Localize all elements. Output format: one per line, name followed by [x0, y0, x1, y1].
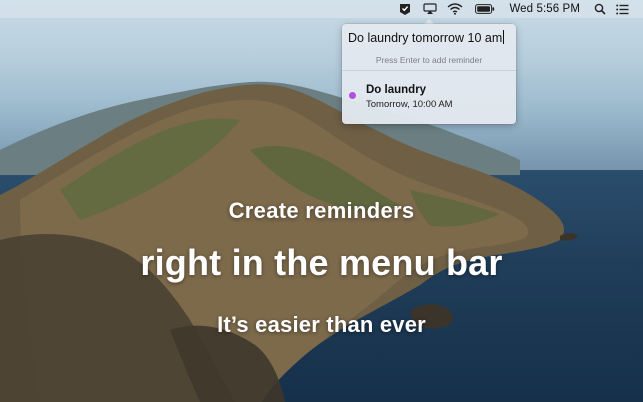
reminder-title: Do laundry	[366, 84, 427, 96]
reminder-input-text: Do laundry tomorrow 10 am	[348, 31, 503, 45]
wifi-icon[interactable]	[447, 0, 463, 18]
airplay-icon[interactable]	[423, 0, 438, 18]
reminders-check-icon[interactable]	[399, 0, 411, 18]
menu-bar: Wed 5:56 PM	[0, 0, 643, 18]
list-icon[interactable]	[616, 0, 629, 18]
promo-line-2: right in the menu bar	[140, 242, 503, 283]
reminder-time: Tomorrow, 10:00 AM	[366, 99, 453, 110]
reminder-item[interactable]: Do laundry Tomorrow, 10:00 AM	[342, 76, 516, 116]
promo-line-1: Create reminders	[228, 198, 415, 223]
promo-line-3: It’s easier than ever	[217, 312, 426, 337]
search-icon[interactable]	[594, 0, 606, 18]
reminder-input[interactable]: Do laundry tomorrow 10 am	[348, 28, 508, 48]
menubar-clock[interactable]: Wed 5:56 PM	[509, 0, 580, 18]
battery-icon[interactable]	[475, 0, 495, 18]
reminder-color-dot	[349, 92, 356, 99]
divider	[342, 70, 516, 71]
input-hint: Press Enter to add reminder	[375, 55, 483, 65]
text-caret	[503, 30, 505, 44]
reminder-popover: Do laundry tomorrow 10 am Press Enter to…	[342, 24, 516, 124]
